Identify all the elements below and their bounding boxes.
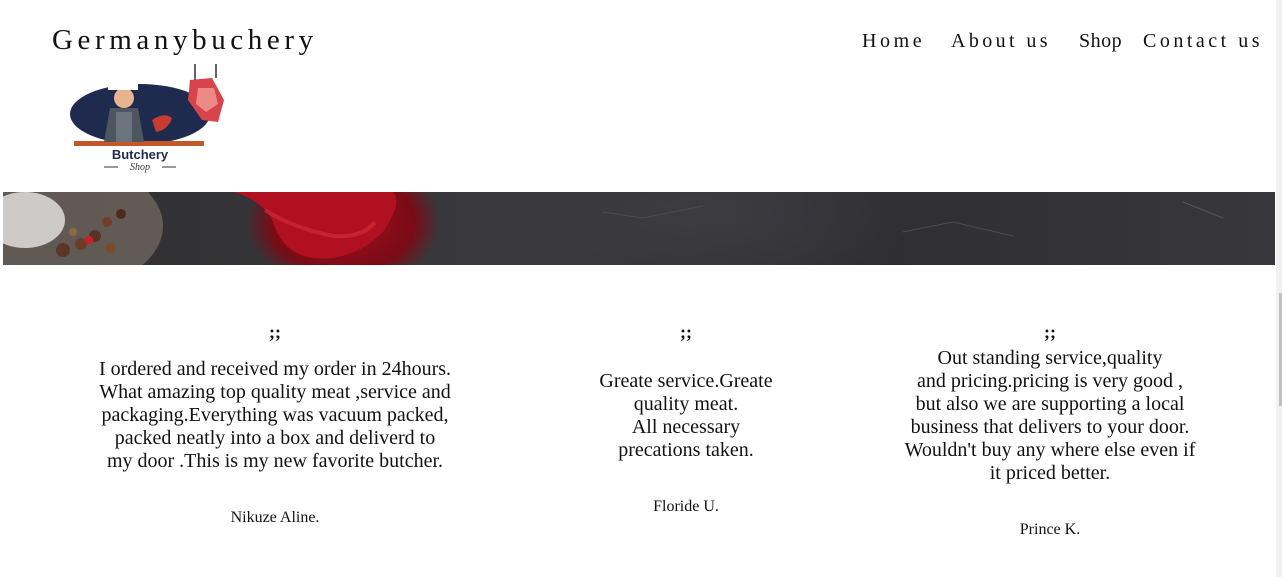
banner-texture <box>3 192 1224 265</box>
testimonial-line: I ordered and received my order in 24hou… <box>98 358 452 380</box>
nav-home[interactable]: Home <box>862 30 925 53</box>
testimonial-author: Nikuze Aline. <box>230 509 320 526</box>
testimonial-line: What amazing top quality meat ,service a… <box>99 381 451 403</box>
testimonial-line: precations taken. <box>618 439 754 461</box>
testimonial-line: All necessary <box>631 416 741 438</box>
logo-text: Butchery <box>112 147 169 162</box>
main-nav: Home About us Shop Contact us <box>0 30 1282 60</box>
butchery-shop-logo[interactable]: Butchery Shop <box>52 60 252 188</box>
testimonial-line: but also we are supporting a local <box>915 393 1185 415</box>
page-scrollbar-track[interactable] <box>1276 0 1282 577</box>
nav-shop[interactable]: Shop <box>1079 30 1122 53</box>
testimonial-line: business that delivers to your door. <box>910 416 1190 438</box>
testimonial-line: Greate service.Greate <box>599 370 773 392</box>
testimonial-line: packed neatly into a box and deliverd to <box>114 427 436 449</box>
testimonial-line: and pricing.pricing is very good , <box>916 370 1184 392</box>
quote-mark-icon: ;; <box>680 322 692 342</box>
testimonial-text: Greate service.Greate quality meat. All … <box>536 370 836 462</box>
testimonial-text: Out standing service,quality and pricing… <box>880 347 1220 485</box>
testimonial-line: packaging.Everything was vacuum packed, <box>101 404 449 426</box>
nav-about-us[interactable]: About us <box>951 30 1051 53</box>
testimonial-author: Floride U. <box>653 498 719 515</box>
nav-contact-us[interactable]: Contact us <box>1143 30 1263 53</box>
testimonial-author: Prince K. <box>1019 521 1081 538</box>
testimonial-line: quality meat. <box>633 393 739 415</box>
quote-mark-icon: ;; <box>269 322 281 342</box>
logo-subtext: Shop <box>130 162 150 173</box>
testimonial-text: I ordered and received my order in 24hou… <box>75 358 475 473</box>
logo-graphic: Butchery Shop <box>70 64 224 173</box>
testimonial-line: Out standing service,quality <box>937 347 1163 369</box>
testimonial-line: Wouldn't buy any where else even if <box>904 439 1196 461</box>
testimonial-line: my door .This is my new favorite butcher… <box>106 450 444 472</box>
quote-mark-icon: ;; <box>1044 322 1056 342</box>
hero-banner-image <box>3 192 1275 265</box>
testimonial-line: it priced better. <box>989 462 1111 484</box>
